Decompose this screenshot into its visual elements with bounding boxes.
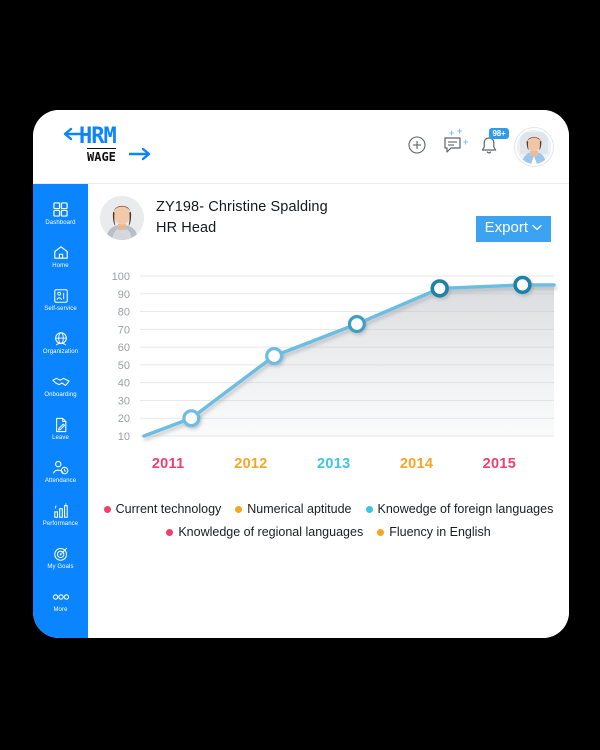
legend-color-dot — [365, 505, 373, 513]
sidebar-item-self-service[interactable]: Self-service — [33, 278, 88, 321]
x-axis-tick-label: 2015 — [483, 456, 516, 472]
chevron-down-icon — [532, 223, 542, 234]
data-point[interactable] — [513, 275, 532, 295]
legend-color-dot — [103, 505, 111, 513]
legend-color-dot — [166, 528, 174, 536]
messages-icon[interactable]: + + + — [443, 127, 469, 159]
legend-item-label: Fluency in English — [389, 525, 491, 539]
sidebar-item-more[interactable]: More — [33, 579, 88, 622]
x-axis-tick-label: 2011 — [152, 456, 185, 472]
data-point[interactable] — [347, 314, 366, 333]
sidebar-item-performance[interactable]: Performance — [33, 493, 88, 536]
x-axis-tick-label: 2012 — [234, 456, 267, 472]
sidebar-item-attendance[interactable]: Attendance — [33, 450, 88, 493]
sidebar-item-label: Self-service — [44, 306, 77, 312]
handshake-icon — [51, 373, 70, 390]
sidebar-item-home[interactable]: Home — [33, 235, 88, 278]
legend-item-label: Current technology — [115, 502, 222, 516]
y-axis-tick-label: 90 — [118, 289, 130, 301]
legend-item-label: Numerical aptitude — [247, 502, 352, 516]
legend-item-label: Knowledge of regional languages — [178, 525, 364, 539]
chart-x-axis-labels: 2011 2012 2013 2014 2015 — [152, 456, 516, 472]
legend-row: Knowledge of regional languages Fluency i… — [88, 525, 569, 539]
legend-item[interactable]: Knowedge of foreign languages — [365, 502, 554, 516]
grid-icon — [53, 201, 68, 218]
y-axis-tick-label: 70 — [118, 324, 130, 336]
x-axis-tick-label: 2014 — [400, 456, 433, 472]
y-axis-tick-label: 30 — [118, 395, 130, 407]
person-service-icon — [53, 287, 69, 304]
export-button-label: Export — [484, 219, 528, 236]
sidebar-item-label: Onboarding — [44, 392, 77, 398]
y-axis-tick-label: 80 — [118, 307, 130, 319]
chart-area-fill — [144, 284, 554, 436]
y-axis-tick-label: 40 — [118, 378, 130, 390]
chart-y-axis-labels: 100 90 80 70 60 50 40 30 20 10 — [112, 271, 130, 443]
notification-count-badge: 98+ — [489, 128, 509, 139]
dashboard-card: HRM WAGE + + + 98+ Dashboard Home Self-s… — [33, 110, 569, 638]
logo-text-primary: HRM — [79, 124, 117, 149]
sidebar-item-leave[interactable]: Leave — [33, 407, 88, 450]
y-axis-tick-label: 10 — [118, 431, 130, 443]
sidebar-item-label: Attendance — [44, 478, 77, 484]
document-pen-icon — [54, 416, 68, 433]
sidebar-item-label: Home — [52, 263, 69, 269]
main-panel: ZY198- Christine Spalding HR Head Export — [88, 184, 569, 638]
legend-item[interactable]: Numerical aptitude — [235, 502, 352, 516]
legend-item[interactable]: Fluency in English — [377, 525, 491, 539]
logo-text-secondary: WAGE — [87, 148, 116, 164]
sidebar-item-my-goals[interactable]: My Goals — [33, 536, 88, 579]
avatar — [100, 196, 144, 240]
sidebar: Dashboard Home Self-service Organization… — [33, 184, 88, 638]
notifications-bell-icon[interactable]: 98+ — [479, 128, 509, 159]
chart-legend: Current technology Numerical aptitude Know… — [88, 502, 569, 548]
more-dots-icon — [52, 588, 70, 605]
sidebar-item-label: Performance — [42, 521, 79, 527]
employee-role: HR Head — [156, 220, 217, 236]
sidebar-item-label: Organization — [42, 349, 79, 355]
avatar[interactable] — [515, 128, 553, 166]
data-point[interactable] — [430, 279, 449, 298]
y-axis-tick-label: 100 — [112, 271, 130, 283]
top-bar-actions: + + + 98+ — [407, 118, 553, 176]
house-icon — [53, 244, 69, 261]
plus-mark-icon: + — [457, 126, 463, 136]
person-clock-icon — [52, 459, 69, 476]
top-bar: HRM WAGE + + + 98+ — [33, 110, 569, 184]
app-root: HRM WAGE + + + 98+ Dashboard Home Self-s… — [0, 0, 600, 750]
sidebar-item-organization[interactable]: Organization — [33, 321, 88, 364]
bar-chart-icon — [53, 502, 69, 519]
skills-line-chart: 100 90 80 70 60 50 40 30 20 10 2011 2012 2013 2014 20… — [88, 264, 569, 494]
plus-mark-icon: + — [449, 128, 455, 138]
legend-item-label: Knowedge of foreign languages — [377, 502, 554, 516]
employee-info: ZY198- Christine Spalding HR Head — [156, 197, 328, 239]
x-axis-tick-label: 2013 — [317, 456, 350, 472]
app-logo[interactable]: HRM WAGE — [57, 122, 177, 172]
legend-color-dot — [377, 528, 385, 536]
legend-color-dot — [235, 505, 243, 513]
sidebar-item-onboarding[interactable]: Onboarding — [33, 364, 88, 407]
legend-item[interactable]: Knowledge of regional languages — [166, 525, 363, 539]
employee-profile-header: ZY198- Christine Spalding HR Head — [100, 196, 328, 240]
organization-icon — [53, 330, 69, 347]
legend-row: Current technology Numerical aptitude Know… — [88, 502, 569, 516]
y-axis-tick-label: 20 — [118, 413, 130, 425]
export-button[interactable]: Export — [475, 216, 551, 242]
y-axis-tick-label: 60 — [118, 342, 130, 354]
sidebar-item-label: Leave — [52, 435, 69, 441]
y-axis-tick-label: 50 — [118, 360, 130, 372]
plus-mark-icon: + — [463, 137, 469, 147]
legend-item[interactable]: Current technology — [103, 502, 222, 516]
employee-name: ZY198- Christine Spalding — [156, 198, 328, 215]
data-point[interactable] — [182, 409, 201, 428]
chart-canvas: 100908070605040302010 2011 2012 2013 2014 20… — [112, 271, 556, 472]
sidebar-item-label: Dashboard — [45, 220, 76, 226]
add-circle-icon[interactable] — [407, 135, 429, 159]
data-point[interactable] — [265, 346, 284, 365]
sidebar-item-dashboard[interactable]: Dashboard — [33, 192, 88, 235]
area-fill — [144, 284, 554, 436]
target-icon — [53, 545, 69, 562]
sidebar-item-label: More — [53, 607, 68, 613]
sidebar-item-label: My Goals — [47, 564, 74, 570]
